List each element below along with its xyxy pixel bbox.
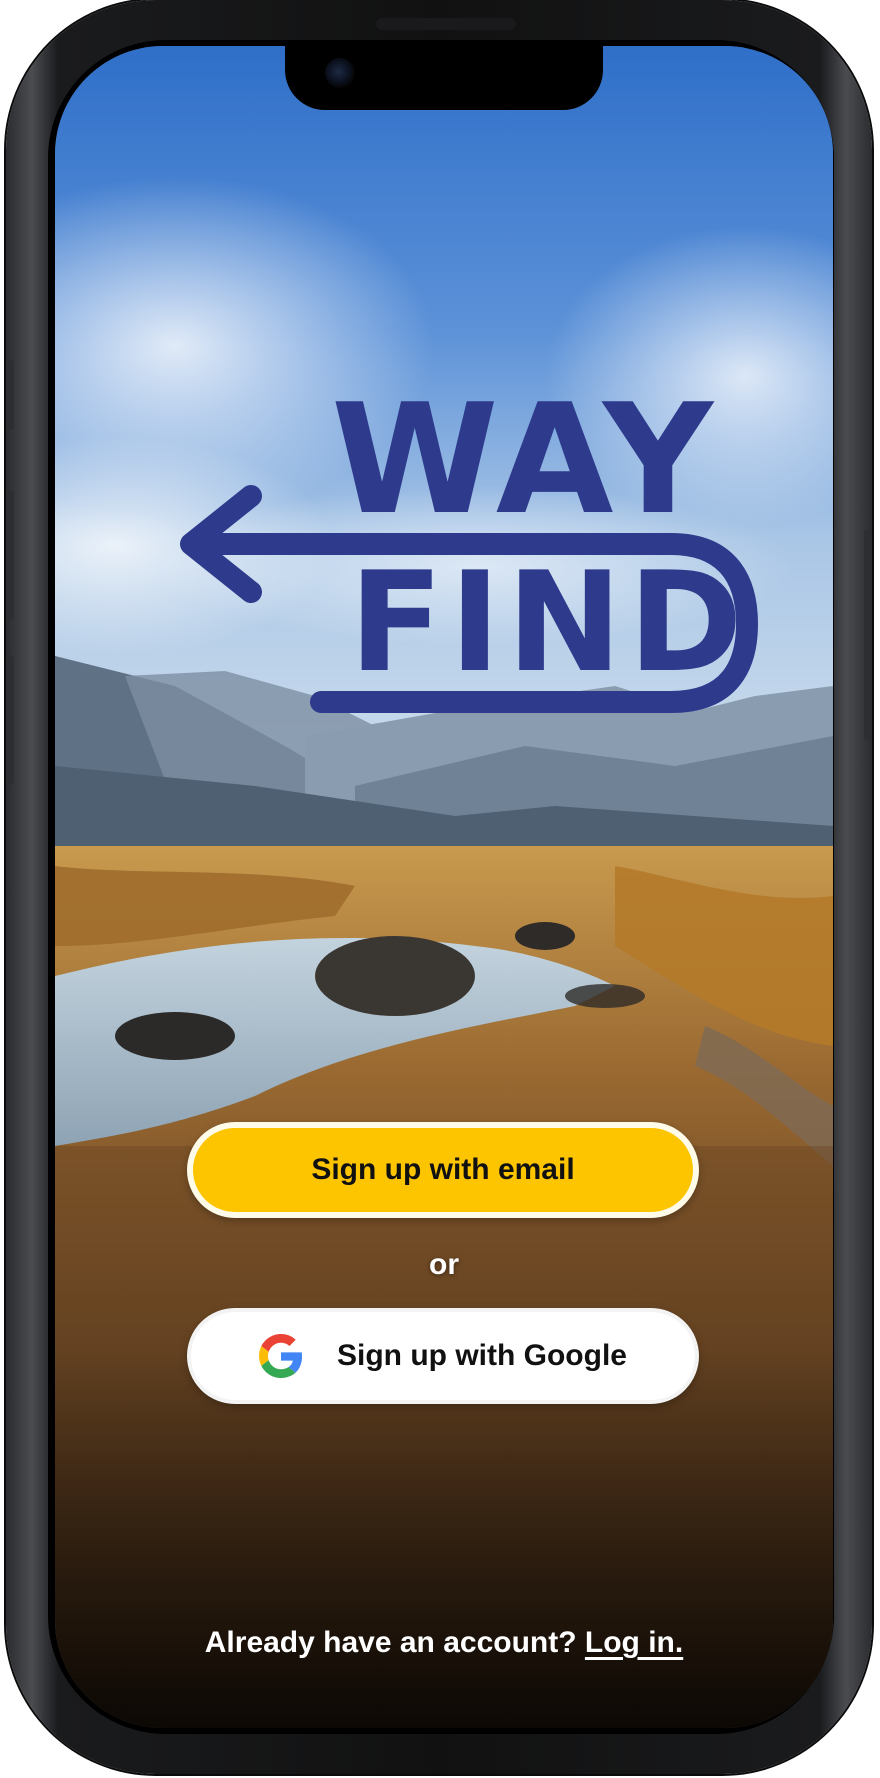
google-g-icon — [259, 1334, 303, 1378]
app-screen: WAY FIND Sign up with email or Sign up w… — [55, 46, 833, 1728]
volume-up-button — [6, 490, 14, 620]
or-divider: or — [429, 1248, 459, 1281]
log-in-link[interactable]: Log in. — [585, 1626, 683, 1659]
sign-up-email-label: Sign up with email — [311, 1153, 575, 1186]
phone-frame: WAY FIND Sign up with email or Sign up w… — [6, 0, 872, 1774]
logo-word-bottom: FIND — [349, 542, 749, 703]
sign-up-google-label: Sign up with Google — [337, 1339, 627, 1372]
sign-up-google-button[interactable]: Sign up with Google — [187, 1308, 699, 1404]
front-camera-icon — [325, 58, 355, 88]
earpiece-speaker — [376, 18, 516, 30]
landscape-background — [55, 46, 833, 1728]
login-prompt-text: Already have an account? — [204, 1626, 577, 1659]
sign-up-email-button[interactable]: Sign up with email — [187, 1122, 699, 1218]
login-prompt: Already have an account? Log in. — [55, 1626, 833, 1660]
camera-notch — [285, 46, 603, 110]
power-button — [864, 530, 872, 740]
volume-down-button — [6, 655, 14, 785]
wayfind-logo: WAY FIND — [151, 384, 761, 776]
mute-switch — [6, 360, 14, 430]
